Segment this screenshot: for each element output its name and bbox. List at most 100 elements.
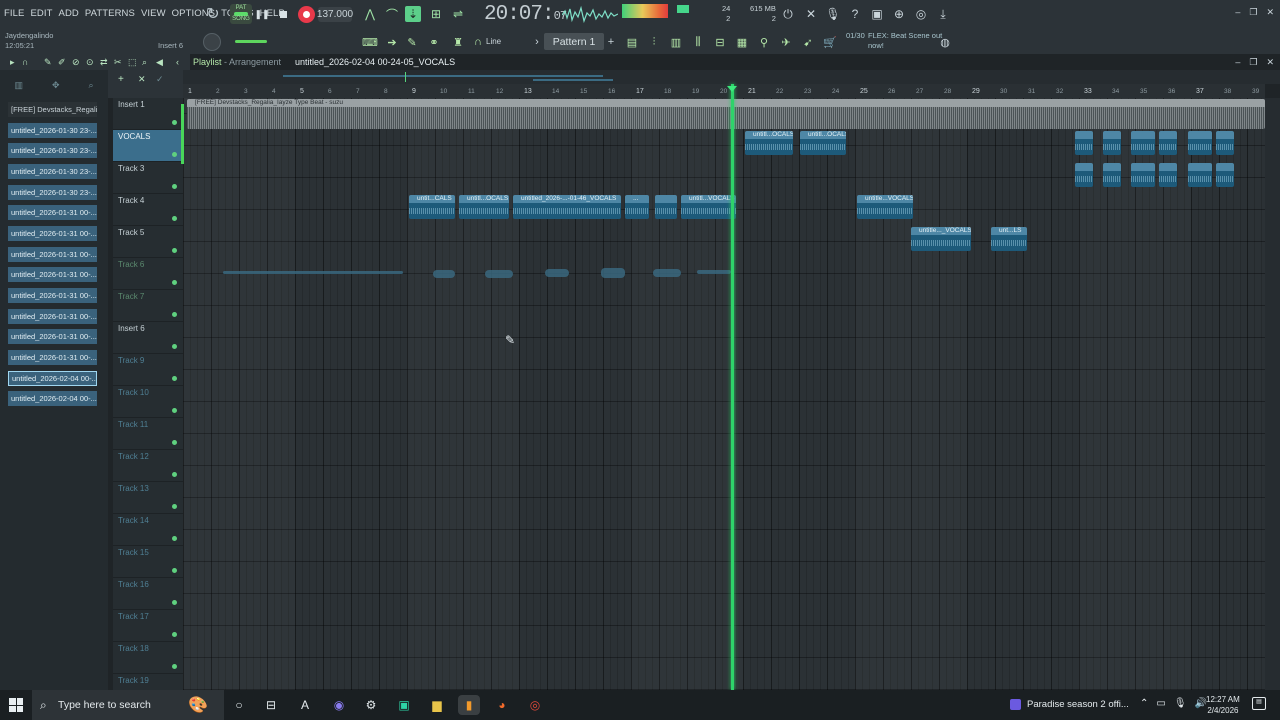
audio-clip[interactable]: untitl...OCALS [745, 131, 793, 155]
audio-clip[interactable] [1103, 163, 1121, 187]
keyboard-icon[interactable]: ⌨ [360, 34, 380, 50]
vertical-scrollbar[interactable] [1265, 98, 1280, 690]
track-header[interactable]: Track 5 [113, 226, 183, 258]
feedback-icon[interactable]: ✕ [803, 6, 819, 22]
audio-clip[interactable] [1188, 131, 1212, 155]
plugin-icon[interactable]: ⊕ [891, 6, 907, 22]
audio-clip[interactable] [1103, 131, 1121, 155]
help-icon[interactable]: ? [847, 6, 863, 22]
master-volume-slider[interactable] [235, 40, 267, 43]
delete-tool-icon[interactable]: ⊘ [72, 57, 80, 68]
metronome-icon[interactable]: ⋀ [362, 6, 378, 22]
track-header[interactable]: Track 16 [113, 578, 183, 610]
tempo-display[interactable]: 137.000 [317, 7, 353, 22]
playlist-restore-icon[interactable]: ❐ [1249, 57, 1257, 68]
track-enable-led[interactable] [172, 600, 177, 605]
track-enable-led[interactable] [172, 184, 177, 189]
track-enable-led[interactable] [172, 312, 177, 317]
browser-item[interactable]: untitled_2026-01-31 00-... [8, 267, 97, 282]
browser-item[interactable]: [FREE] Devstacks_Regalia_ [8, 102, 97, 117]
playlist-grid[interactable]: [FREE] Devstacks_Regalia_Iayze Type Beat… [183, 98, 1265, 690]
edison-icon[interactable]: ✈ [778, 34, 794, 50]
track-enable-led[interactable] [172, 632, 177, 637]
menu-view[interactable]: VIEW [141, 8, 166, 19]
track-enable-led[interactable] [172, 152, 177, 157]
magnet-snap-icon[interactable]: ∩ [22, 57, 28, 67]
draw-tool-icon[interactable]: ✎ [44, 57, 52, 68]
audio-clip[interactable] [1131, 163, 1155, 187]
browser-item[interactable]: untitled_2026-01-31 00-... [8, 247, 97, 262]
plugin-db-icon[interactable]: ⚲ [756, 34, 772, 50]
magnet-icon[interactable]: ∩ [473, 34, 483, 50]
menu-file[interactable]: FILE [4, 8, 24, 19]
add-pattern-icon[interactable]: + [606, 34, 616, 50]
track-enable-led[interactable] [172, 440, 177, 445]
select-tool-icon[interactable]: ⬚ [128, 57, 137, 68]
playlist-close-icon[interactable]: ✕ [1266, 57, 1274, 68]
globe-icon[interactable]: ◍ [938, 34, 952, 50]
check-icon[interactable]: ✓ [156, 74, 164, 85]
browser-item[interactable]: untitled_2026-01-31 00-... [8, 288, 97, 303]
track-enable-led[interactable] [172, 536, 177, 541]
chevron-right-icon[interactable]: › [532, 34, 542, 50]
start-button[interactable] [9, 698, 23, 712]
loop-record-icon[interactable]: ⇌ [450, 6, 466, 22]
microphone-tray-icon[interactable]: 🎙 [1174, 698, 1187, 709]
fl-studio-icon[interactable]: ▮ [458, 695, 480, 715]
track-enable-led[interactable] [172, 408, 177, 413]
track-header[interactable]: Track 9 [113, 354, 183, 386]
minimize-icon[interactable]: – [1235, 7, 1240, 18]
project-icon[interactable]: ▦ [734, 34, 750, 50]
media-now-playing[interactable]: Paradise season 2 offi... [1010, 699, 1129, 710]
zoom-tool-icon[interactable]: ⌕ [142, 57, 147, 68]
track-enable-led[interactable] [172, 248, 177, 253]
browser-item[interactable]: untitled_2026-01-30 23-... [8, 185, 97, 200]
audio-clip[interactable] [1075, 131, 1093, 155]
browser-item[interactable]: untitled_2026-01-31 00-... [8, 309, 97, 324]
audio-clip[interactable] [1159, 163, 1177, 187]
track-header[interactable]: Insert 6 [113, 322, 183, 354]
browser-item[interactable]: untitled_2026-02-04 00-... [8, 371, 97, 386]
track-header[interactable]: Track 11 [113, 418, 183, 450]
audio-clip[interactable]: untitl...OCALS [800, 131, 846, 155]
audio-clip[interactable]: untitl...VOCALS [681, 195, 736, 219]
track-enable-led[interactable] [172, 568, 177, 573]
song-mode-toggle[interactable]: PAT SONG [230, 4, 252, 24]
stamp-icon[interactable]: ♜ [450, 34, 466, 50]
track-enable-led[interactable] [172, 280, 177, 285]
pattern-selector[interactable]: Pattern 1 [544, 33, 604, 50]
audio-clip[interactable] [1159, 131, 1177, 155]
link-icon[interactable]: ⚭ [426, 34, 442, 50]
track-header[interactable]: Track 13 [113, 482, 183, 514]
track-header[interactable]: Track 3 [113, 162, 183, 194]
mixer-icon[interactable]: ⫼ [690, 34, 706, 50]
audio-clip[interactable]: untitl...OCALS [459, 195, 509, 219]
microphone-icon[interactable]: 🎙 [825, 6, 841, 22]
track-enable-led[interactable] [172, 472, 177, 477]
menu-patterns[interactable]: PATTERNS [85, 8, 135, 19]
cortana-icon[interactable]: ○ [228, 695, 250, 715]
save-icon[interactable]: ▣ [869, 6, 885, 22]
play-arrow-icon[interactable]: ▸ [10, 57, 15, 68]
pause-button[interactable]: ❚❚ [254, 5, 270, 23]
browser-move-icon[interactable]: ✥ [52, 80, 60, 96]
track-header[interactable]: Track 4 [113, 194, 183, 226]
slip-tool-icon[interactable]: ⇄ [100, 57, 108, 68]
audio-clip[interactable]: unt...LS [991, 227, 1027, 251]
download-icon[interactable]: ⤓ [935, 6, 951, 22]
audio-clip[interactable]: ... [625, 195, 649, 219]
chat-icon[interactable]: ◎ [913, 6, 929, 22]
cpu-history-icon[interactable]: ⏻ [780, 6, 796, 22]
track-header[interactable]: Track 12 [113, 450, 183, 482]
track-enable-led[interactable] [172, 376, 177, 381]
browser-search-icon[interactable]: ⌕ [88, 80, 93, 96]
settings-icon[interactable]: ⚙ [360, 695, 382, 715]
browser-item[interactable]: untitled_2026-01-31 00-... [8, 205, 97, 220]
playhead-marker[interactable] [727, 86, 737, 92]
browser-item[interactable]: untitled_2026-01-30 23-... [8, 123, 97, 138]
track-enable-led[interactable] [172, 120, 177, 125]
track-header[interactable]: Insert 1 [113, 98, 183, 130]
master-pan-knob[interactable] [203, 33, 221, 51]
touch-icon[interactable]: ➹ [800, 34, 816, 50]
snap-mode-select[interactable]: Line [486, 37, 501, 46]
